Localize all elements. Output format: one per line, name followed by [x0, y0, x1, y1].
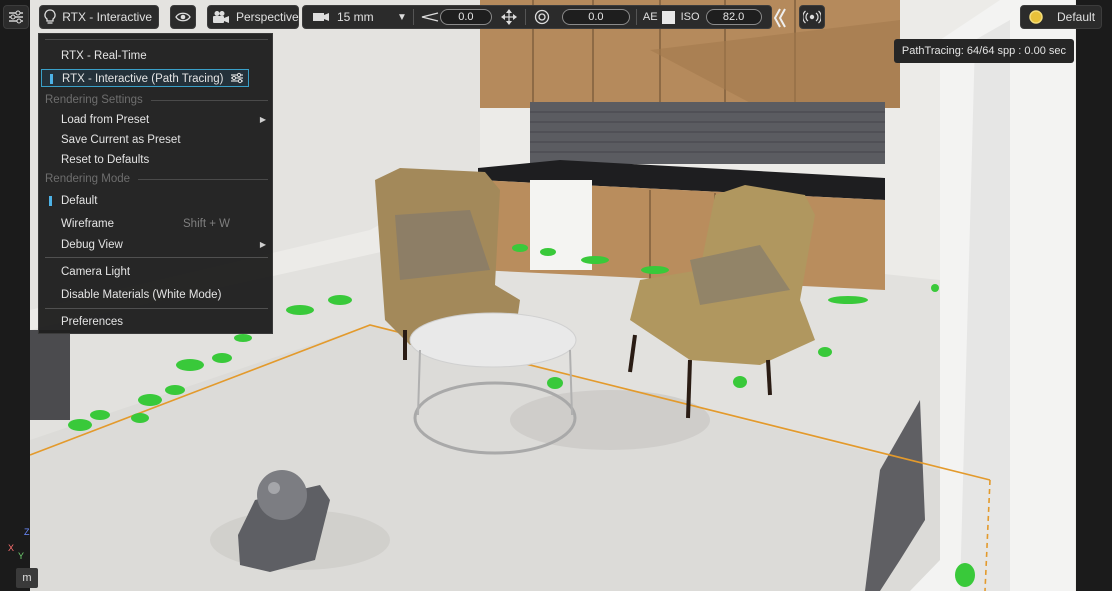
- renderer-label: RTX - Interactive: [62, 10, 152, 24]
- double-chevron-left-icon[interactable]: [772, 7, 786, 29]
- menu-item-mode-default[interactable]: Default: [39, 192, 272, 210]
- ae-label: AE: [642, 11, 658, 23]
- selected-bullet: [49, 196, 52, 206]
- section-label: Rendering Mode: [45, 173, 131, 185]
- menu-item-label: Load from Preset: [61, 114, 150, 126]
- movie-camera-icon: [212, 7, 230, 27]
- m-badge[interactable]: m: [16, 568, 38, 588]
- menu-item-load-preset[interactable]: Load from Preset ▶: [39, 111, 272, 129]
- axis-z-label: Z: [24, 527, 30, 537]
- menu-item-debug-view[interactable]: Debug View ▶: [39, 236, 272, 254]
- menu-item-reset-defaults[interactable]: Reset to Defaults: [39, 151, 272, 169]
- chevron-right-icon: ▶: [259, 115, 266, 124]
- sliders-icon[interactable]: [230, 72, 244, 90]
- render-settings-menu: RTX - Real-Time RTX - Interactive (Path …: [38, 33, 273, 334]
- shortcut-label: Shift + W: [183, 218, 230, 230]
- ae-checkbox[interactable]: [661, 10, 675, 24]
- exposure-wedge-icon: [420, 7, 440, 27]
- sun-icon: [1027, 7, 1045, 27]
- menu-item-label: Default: [61, 195, 98, 207]
- stage-lighting-dropdown[interactable]: Default: [1020, 5, 1102, 29]
- divider: [45, 257, 268, 258]
- sliders-icon: [6, 7, 26, 27]
- divider: [45, 308, 268, 309]
- settings-button[interactable]: [3, 5, 29, 29]
- move-arrows-icon[interactable]: [499, 7, 519, 27]
- camera-dropdown[interactable]: Perspective: [207, 5, 299, 29]
- menu-item-label: Preferences: [61, 316, 124, 328]
- menu-item-label: Debug View: [61, 239, 123, 251]
- menu-item-label: Camera Light: [61, 266, 131, 278]
- section-label: Rendering Settings: [45, 94, 143, 106]
- menu-item-save-preset[interactable]: Save Current as Preset: [39, 131, 272, 149]
- eye-icon: [173, 7, 193, 27]
- viewport-right-frame: [1076, 0, 1112, 591]
- separator: [412, 9, 414, 25]
- chevron-right-icon: ▶: [259, 240, 266, 249]
- separator: [635, 9, 637, 25]
- camera-label: Perspective: [236, 10, 299, 24]
- menu-item-disable-materials[interactable]: Disable Materials (White Mode): [39, 286, 272, 304]
- menu-item-rtx-interactive[interactable]: RTX - Interactive (Path Tracing): [41, 69, 249, 87]
- menu-item-label: RTX - Real-Time: [61, 50, 147, 62]
- menu-item-rtx-realtime[interactable]: RTX - Real-Time: [39, 47, 272, 65]
- aperture-icon: [532, 7, 552, 27]
- fstop-field[interactable]: 0.0: [561, 9, 630, 25]
- section-rendering-mode: Rendering Mode: [45, 171, 268, 187]
- menu-item-label: RTX - Interactive (Path Tracing): [62, 73, 224, 85]
- menu-item-label: Disable Materials (White Mode): [61, 289, 222, 301]
- chevron-down-icon[interactable]: ▼: [397, 12, 407, 23]
- broadcast-icon: [802, 7, 822, 27]
- iso-label: ISO: [680, 11, 700, 23]
- separator: [524, 9, 526, 25]
- renderer-dropdown[interactable]: RTX - Interactive: [39, 5, 159, 29]
- render-status: PathTracing: 64/64 spp : 0.00 sec: [893, 39, 1074, 63]
- stage-lighting-label: Default: [1057, 10, 1096, 24]
- section-rendering-settings: Rendering Settings: [45, 92, 268, 108]
- film-icon: [311, 7, 331, 27]
- selected-bullet: [50, 74, 53, 84]
- axis-y-label: Y: [18, 551, 25, 561]
- menu-item-preferences[interactable]: Preferences: [39, 313, 272, 331]
- iso-field[interactable]: 82.0: [705, 9, 762, 25]
- viewport-toolbar: RTX - Interactive Perspective 15 mm ▼ 0.…: [0, 0, 1112, 34]
- focal-length-label[interactable]: 15 mm: [331, 10, 391, 24]
- menu-item-label: Wireframe: [61, 218, 115, 230]
- camera-settings-bar: 15 mm ▼ 0.0 0.0 AE ISO 82.0: [302, 5, 772, 29]
- menu-item-label: Reset to Defaults: [61, 154, 150, 166]
- divider: [45, 39, 268, 40]
- menu-item-label: Save Current as Preset: [61, 134, 181, 146]
- axis-x-label: X: [8, 543, 15, 553]
- menu-item-camera-light[interactable]: Camera Light: [39, 263, 272, 281]
- lightbulb-icon: [44, 7, 56, 27]
- visibility-button[interactable]: [170, 5, 196, 29]
- viewport-left-frame: [0, 0, 30, 591]
- broadcast-button[interactable]: [799, 5, 825, 29]
- menu-item-wireframe[interactable]: Wireframe Shift + W: [39, 215, 272, 233]
- exposure-field[interactable]: 0.0: [439, 9, 492, 25]
